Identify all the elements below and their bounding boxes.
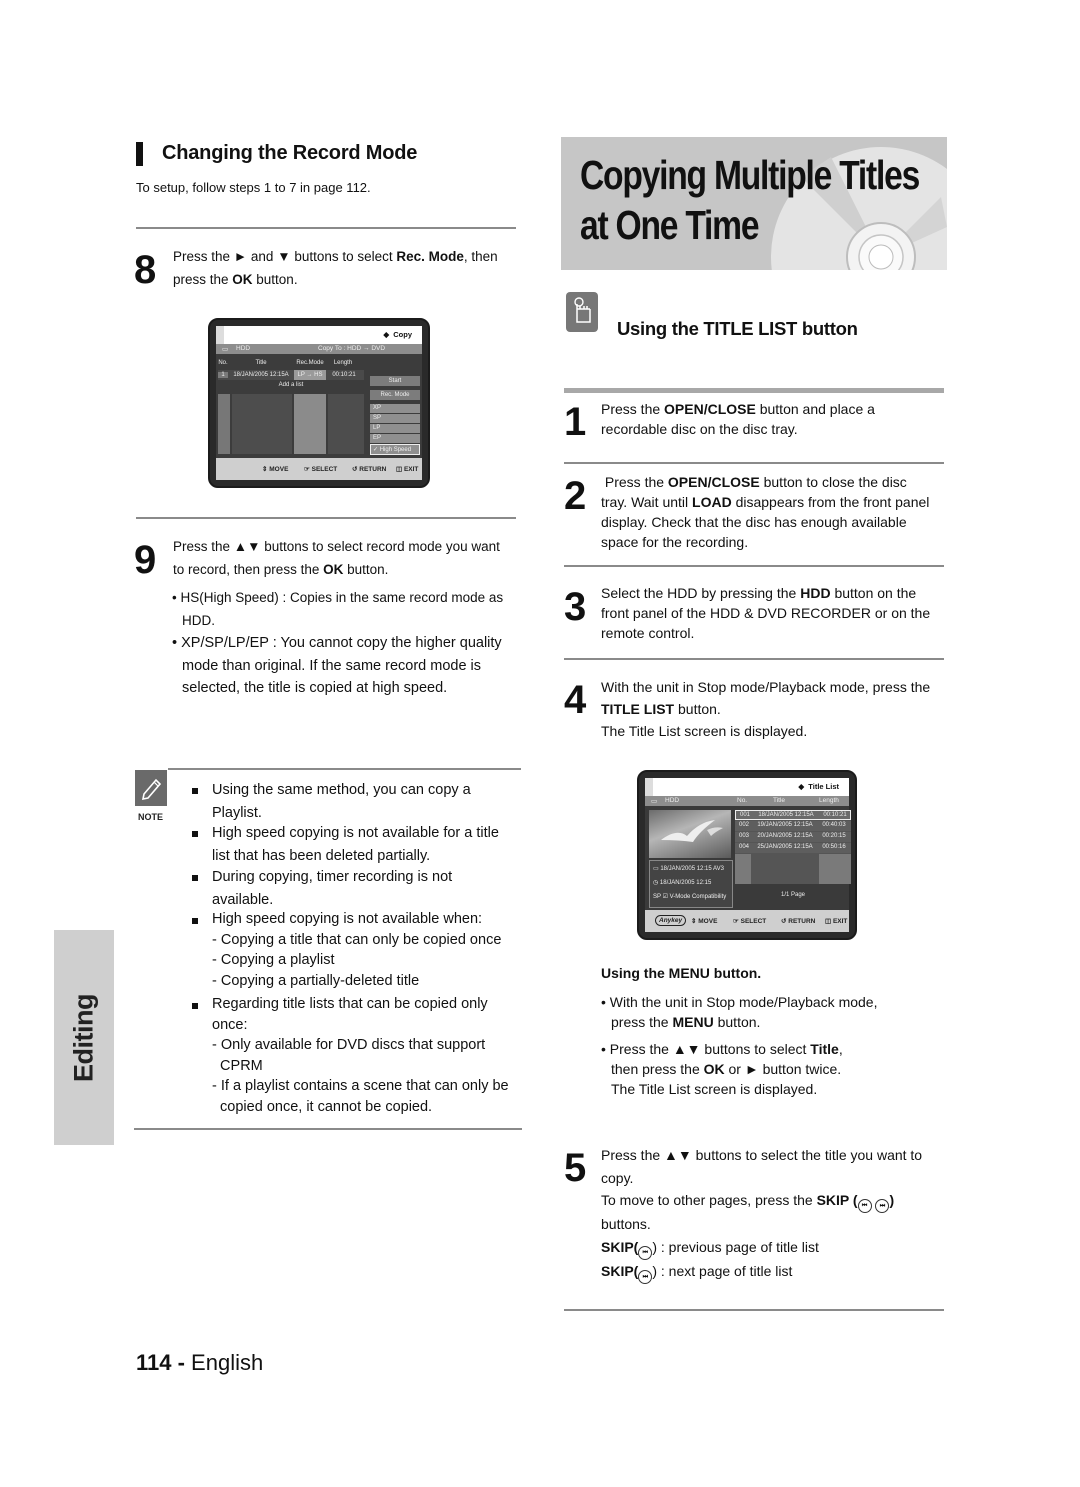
step-number-5: 5 (564, 1146, 587, 1190)
title-list-screen: ◆ Title List ▭ HDD No. Title Length ▭ 18… (637, 770, 857, 940)
footer-select: ☞ SELECT (733, 918, 767, 925)
step-number-8: 8 (134, 248, 157, 292)
footer-move: ⇕ MOVE (262, 466, 289, 473)
divider (564, 658, 944, 660)
mode-option-high-speed[interactable]: ✓ High Speed (370, 444, 420, 455)
col-header: Length (333, 360, 353, 366)
page-title: Copying Multiple Titles at One Time (580, 152, 920, 248)
section-marker (136, 142, 143, 166)
copy-to-label: Copy To : HDD → DVD (318, 345, 386, 352)
title-list-screen-title: ◆ Title List (798, 782, 839, 791)
note-item: Regarding title lists that can be copied… (212, 996, 509, 1115)
skip-next-icon: ⏭ (875, 1199, 890, 1213)
note-item: High speed copying is not available for … (212, 825, 499, 864)
mode-option-lp[interactable]: LP (370, 424, 420, 433)
bullet-icon (192, 1003, 198, 1009)
mode-option-xp[interactable]: XP (370, 404, 420, 413)
footer-return: ↺ RETURN (781, 918, 816, 925)
side-tab-label: Editing (68, 993, 99, 1082)
note-item: Using the same method, you can copy a Pla… (212, 782, 471, 821)
bullet-icon (192, 831, 198, 837)
table-row[interactable]: 1 18/JAN/2005 12:15A LP → HS 00:10:21 (218, 370, 364, 380)
skip-next-icon: ⏭ (638, 1269, 653, 1284)
skip-prev-icon: ⏮ (638, 1245, 653, 1260)
source-label: HDD (236, 345, 251, 352)
col-header: Title (773, 797, 786, 804)
hand-pointer-icon (566, 292, 598, 332)
start-button[interactable]: Start (370, 376, 420, 386)
intro-text: To setup, follow steps 1 to 7 in page 11… (136, 180, 371, 195)
footer-exit: ◫ EXIT (825, 918, 848, 925)
title-info-box: ▭ 18/JAN/2005 12:15 AV3 ◷ 18/JAN/2005 12… (649, 860, 733, 908)
col-header: Title (255, 360, 267, 366)
step-5-text: Press the ▲▼ buttons to select the title… (601, 1144, 922, 1284)
menu-bullet-2: • Press the ▲▼ buttons to select Title, … (601, 1041, 843, 1097)
note-item: During copying, timer recording is not av… (212, 869, 453, 908)
anykey-button: Anykey (655, 915, 687, 926)
divider (136, 227, 516, 229)
divider (564, 388, 944, 393)
pencil-icon (135, 770, 167, 806)
hdd-icon: ▭ (651, 798, 658, 805)
step-9-text: Press the ▲▼ buttons to select record mo… (173, 539, 500, 577)
footer-exit: ◫ EXIT (396, 466, 419, 473)
step-2-text: Press the OPEN/CLOSE button to close the… (601, 474, 930, 550)
menu-bullet-1: • With the unit in Stop mode/Playback mo… (601, 994, 878, 1030)
thumbnail-image (649, 810, 731, 858)
col-header: No. (737, 797, 748, 804)
step-1-text: Press the OPEN/CLOSE button and place ar… (601, 401, 875, 437)
copy-screen-title: ◆ Copy (383, 330, 412, 339)
note-item: High speed copying is not available when… (212, 911, 502, 989)
footer-move: ⇕ MOVE (691, 918, 718, 925)
step-9-bullet-modes: • XP/SP/LP/EP : You cannot copy the high… (172, 635, 502, 696)
hdd-icon: ▭ (222, 346, 229, 353)
mode-option-sp[interactable]: SP (370, 414, 420, 423)
section-title: Changing the Record Mode (162, 142, 418, 164)
footer-select: ☞ SELECT (304, 466, 338, 473)
divider (564, 565, 944, 567)
bullet-icon (192, 918, 198, 924)
step-8-text: Press the ► and ▼ buttons to select Rec.… (173, 249, 498, 287)
rec-mode-button[interactable]: Rec. Mode (370, 390, 420, 400)
step-number-2: 2 (564, 474, 587, 518)
col-header: No. (218, 360, 228, 366)
divider (564, 1309, 944, 1311)
step-number-9: 9 (134, 538, 157, 582)
bullet-icon (192, 788, 198, 794)
add-list-item[interactable]: Add a list (218, 382, 364, 388)
divider (564, 462, 944, 464)
page-number: 114 - English (136, 1350, 264, 1375)
divider (168, 768, 521, 770)
step-number-4: 4 (564, 678, 587, 722)
step-4-text: With the unit in Stop mode/Playback mode… (601, 679, 931, 739)
page-indicator: 1/1 Page (780, 892, 806, 898)
note-label: NOTE (138, 812, 164, 822)
table-row[interactable]: 002 19/JAN/2005 12:15A 00:40:03 (735, 821, 851, 831)
footer-return: ↺ RETURN (352, 466, 387, 473)
step-number-1: 1 (564, 400, 587, 444)
table-row[interactable]: 004 25/JAN/2005 12:15A 00:50:16 (735, 843, 851, 853)
table-row[interactable]: 001 18/JAN/2005 12:15A 00:10:21 (735, 810, 851, 820)
menu-heading: Using the MENU button. (601, 965, 762, 981)
copy-screen: ◆ Copy ▭ HDD Copy To : HDD → DVD No. Tit… (208, 318, 430, 488)
col-header: Rec.Mode (296, 360, 324, 366)
skip-prev-icon: ⏮ (857, 1199, 872, 1213)
step-number-3: 3 (564, 585, 587, 629)
table-row[interactable]: 003 20/JAN/2005 12:15A 00:20:15 (735, 832, 851, 842)
step-9-bullet-hs: • HS(High Speed) : Copies in the same re… (172, 590, 504, 628)
bullet-icon (192, 875, 198, 881)
step-3-text: Select the HDD by pressing the HDD butto… (601, 585, 931, 641)
subsection-title: Using the TITLE LIST button (617, 318, 858, 339)
divider (134, 1128, 522, 1130)
col-header: Length (819, 797, 839, 804)
mode-option-ep[interactable]: EP (370, 434, 420, 443)
source-label: HDD (665, 797, 680, 804)
divider (136, 517, 516, 519)
